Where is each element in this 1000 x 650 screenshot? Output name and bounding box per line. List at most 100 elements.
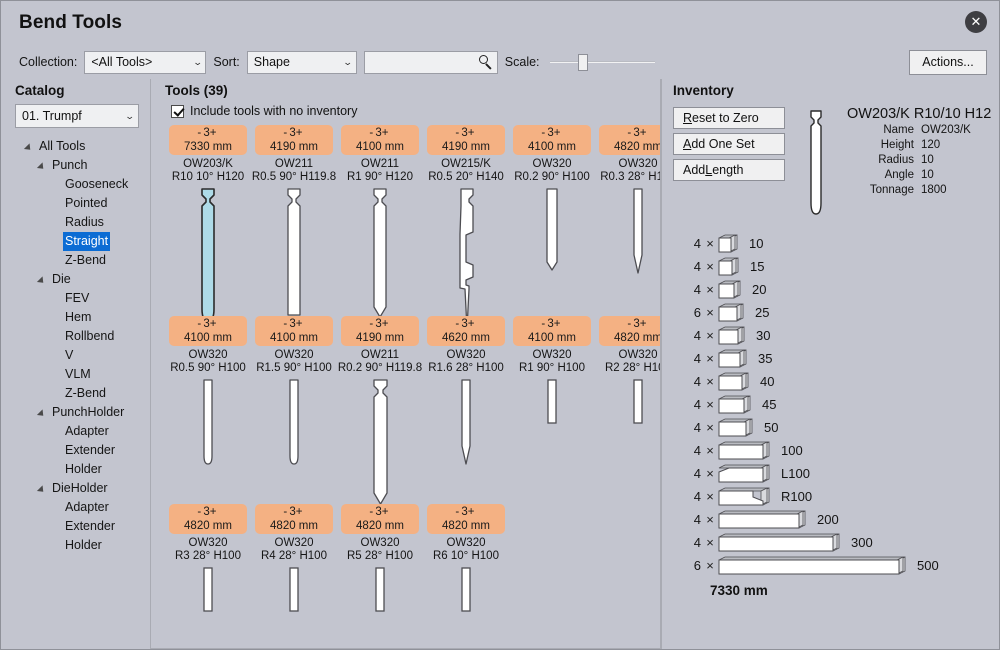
catalog-tree-item[interactable]: Hem (15, 308, 151, 327)
tool-shape-icon[interactable] (423, 562, 509, 622)
tool-quantity-badge[interactable]: -3+ 4100 mm (341, 125, 419, 155)
triangle-expanded-icon[interactable] (38, 484, 47, 493)
increment-button[interactable]: + (554, 318, 563, 330)
actions-button[interactable]: Actions... (909, 49, 987, 75)
inventory-row[interactable]: 4 × 35 (673, 347, 999, 370)
inventory-add-one-set-button[interactable]: Add One Set (673, 133, 785, 155)
tool-shape-icon[interactable] (509, 374, 595, 434)
tool-card[interactable]: -3+ 4190 mm OW211 R0.2 90° H119.8 (337, 316, 423, 505)
tool-quantity-badge[interactable]: -3+ 4190 mm (341, 316, 419, 346)
tool-shape-icon[interactable] (595, 183, 661, 313)
tool-shape-icon[interactable] (423, 374, 509, 504)
tool-shape-icon[interactable] (337, 183, 423, 318)
search-input[interactable] (364, 51, 477, 73)
increment-button[interactable]: + (554, 127, 563, 139)
catalog-tree-item[interactable]: Extender (15, 517, 151, 536)
inventory-row[interactable]: 4 × 10 (673, 232, 999, 255)
increment-button[interactable]: + (296, 127, 305, 139)
catalog-tree-item[interactable]: Holder (15, 460, 151, 479)
tool-shape-icon[interactable] (337, 374, 423, 505)
increment-button[interactable]: + (296, 318, 305, 330)
catalog-tree-item[interactable]: DieHolder (15, 479, 151, 498)
tool-card[interactable]: -3+ 4100 mm OW320 R1 90° H100 (509, 316, 595, 504)
tool-shape-icon[interactable] (509, 183, 595, 316)
tool-card[interactable]: -3+ 4100 mm OW320 R0.2 90° H100 (509, 125, 595, 316)
inventory-row[interactable]: 4 × 40 (673, 370, 999, 393)
search-box[interactable] (363, 50, 498, 74)
sort-select[interactable]: Shape ⌄ (246, 50, 357, 74)
tool-card[interactable]: -3+4820 mm OW320R0.3 28° H100 (595, 125, 661, 316)
increment-button[interactable]: + (210, 318, 219, 330)
triangle-expanded-icon[interactable] (25, 142, 34, 151)
catalog-tree-item[interactable]: Z-Bend (15, 251, 151, 270)
tool-card[interactable]: -3+4820 mm OW320R2 28° H100 (595, 316, 661, 504)
tool-shape-icon[interactable] (165, 562, 251, 622)
tool-card[interactable]: -3+ 4820 mm OW320 R4 28° H100 (251, 504, 337, 622)
tool-shape-icon[interactable] (251, 183, 337, 316)
inventory-row[interactable]: 4 × 30 (673, 324, 999, 347)
catalog-tree-item[interactable]: Radius (15, 213, 151, 232)
tool-quantity-badge[interactable]: -3+ 4100 mm (513, 316, 591, 346)
include-no-inventory-checkbox[interactable]: Include tools with no inventory (171, 104, 661, 118)
close-icon[interactable]: ✕ (965, 11, 987, 33)
tool-quantity-badge[interactable]: -3+ 4190 mm (255, 125, 333, 155)
triangle-expanded-icon[interactable] (38, 161, 47, 170)
inventory-row[interactable]: 4 × R100 (673, 485, 999, 508)
tool-quantity-badge[interactable]: -3+ 4100 mm (513, 125, 591, 155)
scale-slider-thumb[interactable] (577, 54, 588, 71)
inventory-row[interactable]: 6 × 25 (673, 301, 999, 324)
catalog-tree-item[interactable]: All Tools (15, 137, 151, 156)
catalog-tree-item[interactable]: Z-Bend (15, 384, 151, 403)
increment-button[interactable]: + (210, 127, 219, 139)
tool-shape-icon[interactable] (165, 183, 251, 322)
catalog-tree-item[interactable]: Adapter (15, 422, 151, 441)
tool-card[interactable]: -3+ 4820 mm OW320 R3 28° H100 (165, 504, 251, 622)
tool-card[interactable]: -3+ 4820 mm OW320 R6 10° H100 (423, 504, 509, 622)
search-icon[interactable] (478, 55, 493, 69)
inventory-reset-to-zero-button[interactable]: Reset to Zero (673, 107, 785, 129)
tool-shape-icon[interactable] (595, 374, 661, 434)
scale-slider[interactable] (549, 52, 655, 72)
increment-button[interactable]: + (640, 318, 649, 330)
tool-quantity-badge[interactable]: -3+ 4190 mm (427, 125, 505, 155)
increment-button[interactable]: + (210, 506, 219, 518)
increment-button[interactable]: + (382, 506, 391, 518)
inventory-row[interactable]: 4 × 45 (673, 393, 999, 416)
catalog-tree-item[interactable]: Pointed (15, 194, 151, 213)
increment-button[interactable]: + (382, 318, 391, 330)
increment-button[interactable]: + (296, 506, 305, 518)
tool-card[interactable]: -3+ 7330 mm OW203/K R10 10° H120 (165, 125, 251, 322)
inventory-row[interactable]: 4 × 15 (673, 255, 999, 278)
inventory-row[interactable]: 4 × 50 (673, 416, 999, 439)
tool-quantity-badge[interactable]: -3+ 4820 mm (255, 504, 333, 534)
catalog-tree-item[interactable]: FEV (15, 289, 151, 308)
catalog-tree-item[interactable]: Rollbend (15, 327, 151, 346)
increment-button[interactable]: + (468, 127, 477, 139)
tool-shape-icon[interactable] (165, 374, 251, 504)
tool-card[interactable]: -3+ 4820 mm OW320 R5 28° H100 (337, 504, 423, 622)
triangle-expanded-icon[interactable] (38, 408, 47, 417)
catalog-tree-item[interactable]: Die (15, 270, 151, 289)
catalog-tree-item[interactable]: Gooseneck (15, 175, 151, 194)
catalog-tree-item[interactable]: PunchHolder (15, 403, 151, 422)
tool-shape-icon[interactable] (423, 183, 509, 320)
catalog-tree-item[interactable]: Holder (15, 536, 151, 555)
inventory-row[interactable]: 4 × 200 (673, 508, 999, 531)
tool-card[interactable]: -3+ 4190 mm OW215/K R0.5 20° H140 (423, 125, 509, 320)
tool-shape-icon[interactable] (337, 562, 423, 622)
tool-quantity-badge[interactable]: -3+ 4620 mm (427, 316, 505, 346)
catalog-tree-item[interactable]: Punch (15, 156, 151, 175)
inventory-row[interactable]: 4 × 300 (673, 531, 999, 554)
tool-quantity-badge[interactable]: -3+ 4820 mm (599, 125, 661, 155)
tool-quantity-badge[interactable]: -3+ 4100 mm (255, 316, 333, 346)
increment-button[interactable]: + (468, 318, 477, 330)
collection-select[interactable]: <All Tools> ⌄ (84, 50, 207, 74)
increment-button[interactable]: + (640, 127, 649, 139)
tool-card[interactable]: -3+ 4100 mm OW320 R0.5 90° H100 (165, 316, 251, 504)
tool-shape-icon[interactable] (251, 562, 337, 622)
catalog-tree-item[interactable]: V (15, 346, 151, 365)
inventory-row[interactable]: 4 × L100 (673, 462, 999, 485)
triangle-expanded-icon[interactable] (38, 275, 47, 284)
catalog-tree-item[interactable]: VLM (15, 365, 151, 384)
increment-button[interactable]: + (468, 506, 477, 518)
